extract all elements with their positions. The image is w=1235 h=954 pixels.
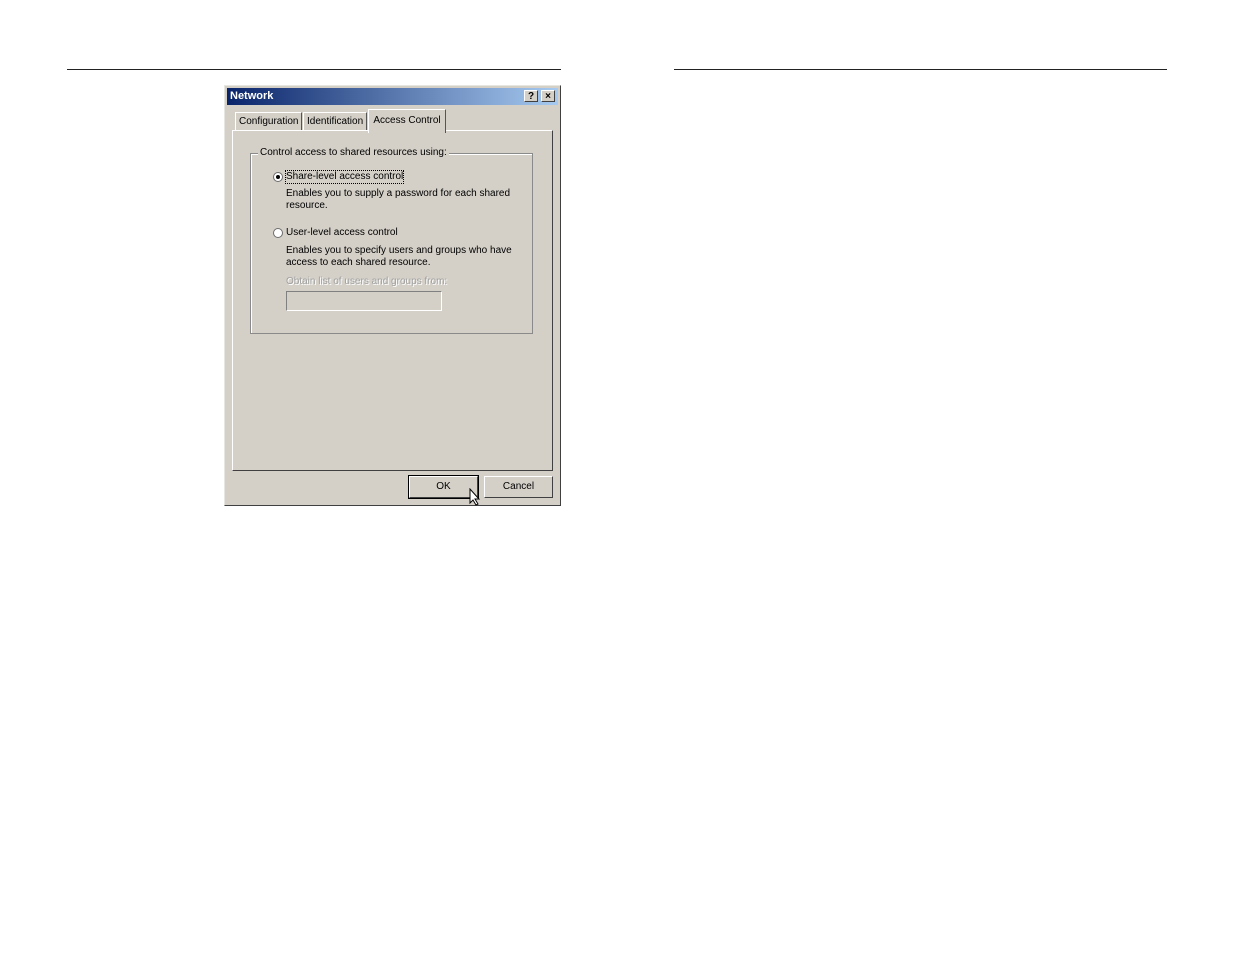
network-dialog: Network ? × Configuration Identification… — [224, 85, 561, 506]
tab-access-control[interactable]: Access Control — [368, 109, 446, 133]
user-level-radio[interactable] — [273, 228, 283, 238]
ok-button[interactable]: OK — [408, 475, 479, 499]
share-level-description: Enables you to supply a password for eac… — [286, 188, 511, 211]
cancel-button[interactable]: Cancel — [484, 476, 553, 498]
obtain-list-field[interactable] — [286, 291, 442, 311]
title-bar[interactable]: Network ? × — [227, 88, 558, 105]
mouse-pointer-icon — [469, 488, 481, 506]
tab-identification[interactable]: Identification — [303, 112, 367, 131]
access-control-group: Control access to shared resources using… — [250, 147, 533, 334]
obtain-list-label: Obtain list of users and groups from: — [286, 276, 448, 287]
share-level-label[interactable]: Share-level access control — [284, 170, 405, 184]
close-button[interactable]: × — [541, 90, 555, 102]
user-level-description: Enables you to specify users and groups … — [286, 245, 512, 268]
tab-configuration[interactable]: Configuration — [235, 112, 302, 131]
group-label: Control access to shared resources using… — [258, 147, 449, 159]
tab-panel-access-control: Control access to shared resources using… — [232, 130, 553, 471]
page-rule-right — [674, 69, 1167, 70]
page-rule-left — [67, 69, 561, 70]
help-button[interactable]: ? — [524, 90, 538, 102]
share-level-radio[interactable] — [273, 172, 283, 182]
window-title: Network — [230, 90, 274, 102]
user-level-label[interactable]: User-level access control — [286, 227, 398, 239]
